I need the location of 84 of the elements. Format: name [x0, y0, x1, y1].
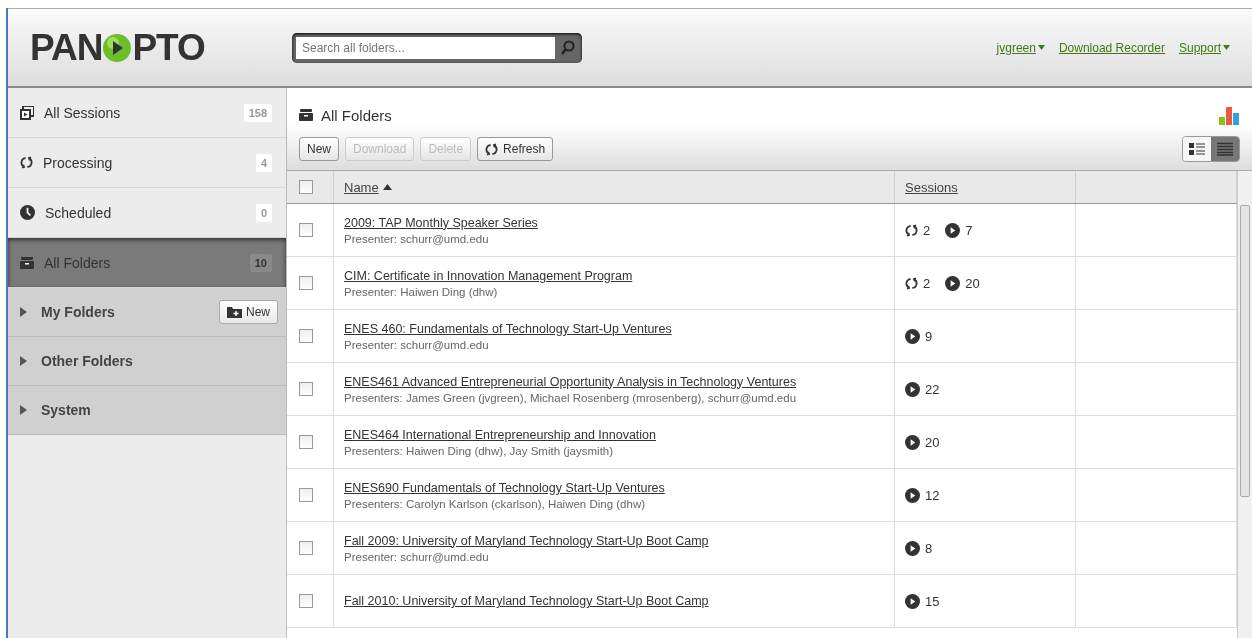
logo-text: PTO [132, 26, 205, 69]
session-count: 20 [965, 275, 980, 291]
folder-box-icon [299, 109, 313, 121]
folder-link[interactable]: ENES461 Advanced Entrepreneurial Opportunity Analysis in Technology Ventures [344, 374, 884, 389]
globe-play-icon [102, 32, 133, 63]
play-icon [905, 328, 920, 344]
header-link[interactable]: Download Recorder [1058, 40, 1165, 55]
folder-link[interactable]: Fall 2009: University of Maryland Technology Start-Up Boot Camp [344, 533, 884, 548]
toolbar-button[interactable]: Refresh [477, 137, 554, 161]
page-title: All Folders [321, 106, 392, 124]
search-icon [560, 39, 576, 56]
sidebar-section[interactable]: My Folders New [8, 288, 286, 337]
processing-count: 2 [923, 275, 931, 291]
play-icon [905, 487, 920, 503]
play-icon [905, 381, 920, 397]
new-folder-button[interactable]: New [219, 300, 278, 324]
folder-link[interactable]: ENES 460: Fundamentals of Technology Start-Up Ventures [344, 321, 884, 336]
play-icon [905, 593, 920, 609]
folder-link[interactable]: CIM: Certificate in Innovation Management Program [344, 268, 884, 283]
screen-icon [20, 105, 34, 120]
view-toggle[interactable] [1211, 137, 1239, 161]
search-field[interactable]: Search all folders... [292, 32, 582, 63]
sidebar-section[interactable]: Other Folders [8, 337, 286, 386]
row-checkbox[interactable] [299, 223, 313, 237]
folder-link[interactable]: ENES464 International Entrepreneurship and Innovation [344, 427, 884, 442]
refresh-icon [20, 156, 33, 169]
logo-text: PAN [30, 26, 103, 69]
folder-link[interactable]: 2009: TAP Monthly Speaker Series [344, 215, 884, 230]
header-link[interactable]: Support [1178, 40, 1230, 55]
column-header[interactable]: Sessions [905, 179, 958, 195]
column-header[interactable]: Name [344, 179, 392, 195]
presenter-text: Presenters: Carolyn Karlson (ckarlson), Haiwen Ding (dhw) [344, 497, 647, 510]
scrollbar[interactable] [1237, 171, 1252, 638]
play-icon [905, 540, 920, 556]
row-checkbox[interactable] [299, 329, 313, 343]
session-count: 20 [925, 434, 940, 450]
presenter-text: Presenter: schurr@umd.edu [344, 338, 490, 351]
folder-box-icon [20, 256, 34, 269]
count-badge: 158 [243, 103, 272, 122]
toolbar-button[interactable]: New [299, 137, 339, 161]
row-checkbox[interactable] [299, 541, 313, 555]
row-checkbox[interactable] [299, 594, 313, 608]
folder-link[interactable]: Fall 2010: University of Maryland Technology Start-Up Boot Camp [344, 594, 884, 608]
folder-plus-icon [227, 306, 242, 318]
folder-link[interactable]: ENES690 Fundamentals of Technology Start-Up Ventures [344, 480, 884, 495]
presenter-text: Presenter: schurr@umd.edu [344, 232, 490, 245]
count-badge: 10 [249, 253, 272, 272]
caret-icon [1037, 45, 1045, 50]
detail-list-icon [1189, 142, 1205, 156]
presenter-text: Presenter: Haiwen Ding (dhw) [344, 285, 499, 298]
processing-count: 2 [923, 222, 931, 238]
sidebar-section[interactable]: System [8, 386, 286, 435]
play-icon [945, 222, 961, 238]
row-checkbox[interactable] [299, 435, 313, 449]
sort-arrow-icon [382, 184, 392, 190]
presenter-text: Presenter: schurr@umd.edu [344, 550, 490, 563]
session-count: 12 [925, 487, 940, 503]
view-toggle[interactable] [1183, 137, 1211, 161]
presenter-text: Presenters: James Green (jvgreen), Michael Rosenberg (mrosenberg), schurr@umd.edu [344, 391, 798, 404]
sidebar-item[interactable]: All Sessions 158 [8, 88, 286, 138]
session-count: 22 [925, 381, 940, 397]
refresh-icon [905, 276, 918, 290]
count-badge: 0 [255, 203, 272, 222]
refresh-icon [905, 223, 918, 237]
play-icon [905, 434, 920, 450]
sidebar-item[interactable]: Processing 4 [8, 138, 286, 188]
bar-chart-icon[interactable] [1218, 104, 1240, 126]
session-count: 8 [925, 540, 933, 556]
session-count: 15 [925, 593, 940, 609]
row-checkbox[interactable] [299, 276, 313, 290]
clock-icon [20, 205, 35, 220]
play-icon [945, 275, 961, 291]
row-checkbox[interactable] [299, 382, 313, 396]
presenter-text: Presenters: Haiwen Ding (dhw), Jay Smith (jaysmith) [344, 444, 615, 457]
header-link[interactable]: jvgreen [996, 40, 1045, 55]
refresh-icon [485, 142, 499, 156]
sidebar-item[interactable]: All Folders 10 [8, 238, 286, 288]
caret-icon [1223, 45, 1230, 50]
row-checkbox[interactable] [299, 488, 313, 502]
session-count: 9 [925, 328, 933, 344]
count-badge: 4 [255, 153, 272, 172]
select-all-checkbox[interactable] [299, 180, 313, 194]
session-count: 7 [965, 222, 973, 238]
list-icon [1217, 142, 1233, 156]
